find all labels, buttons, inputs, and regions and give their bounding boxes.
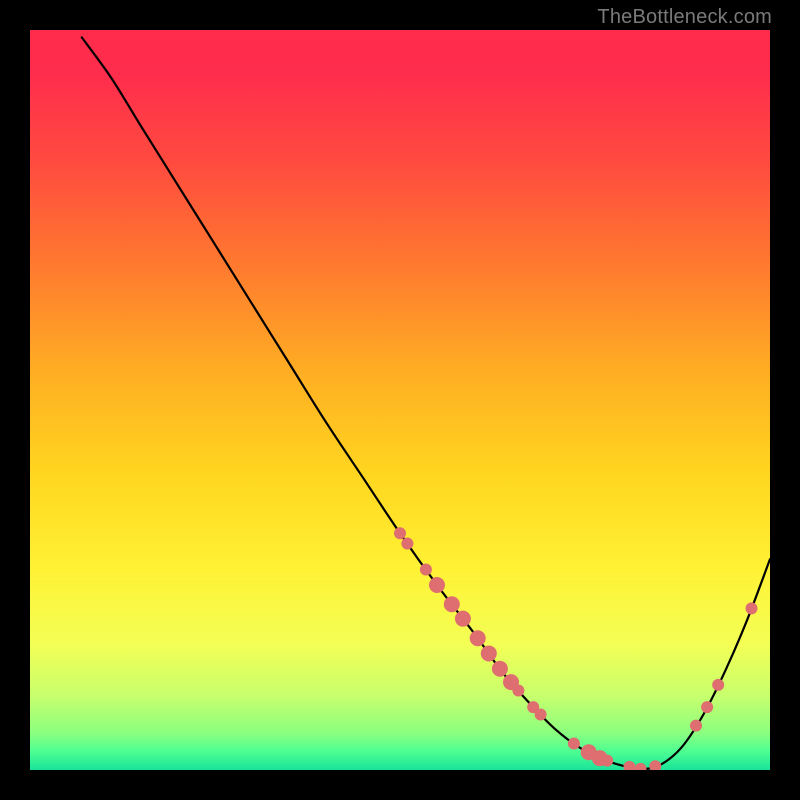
curve-marker	[401, 538, 413, 550]
curve-marker	[444, 596, 460, 612]
watermark-text: TheBottleneck.com	[597, 6, 772, 29]
curve-marker	[601, 755, 613, 767]
curve-marker	[690, 720, 702, 732]
curve-marker	[481, 645, 497, 661]
curve-marker	[512, 684, 524, 696]
plot-svg	[30, 30, 770, 770]
curve-marker	[712, 679, 724, 691]
curve-marker	[701, 701, 713, 713]
curve-marker	[429, 577, 445, 593]
curve-marker	[455, 611, 471, 627]
curve-marker	[746, 602, 758, 614]
plot-area	[30, 30, 770, 770]
curve-marker	[568, 737, 580, 749]
curve-marker	[420, 563, 432, 575]
curve-marker	[535, 709, 547, 721]
gradient-background	[30, 30, 770, 770]
curve-marker	[394, 527, 406, 539]
curve-marker	[470, 630, 486, 646]
stage: TheBottleneck.com	[0, 0, 800, 800]
curve-marker	[492, 661, 508, 677]
